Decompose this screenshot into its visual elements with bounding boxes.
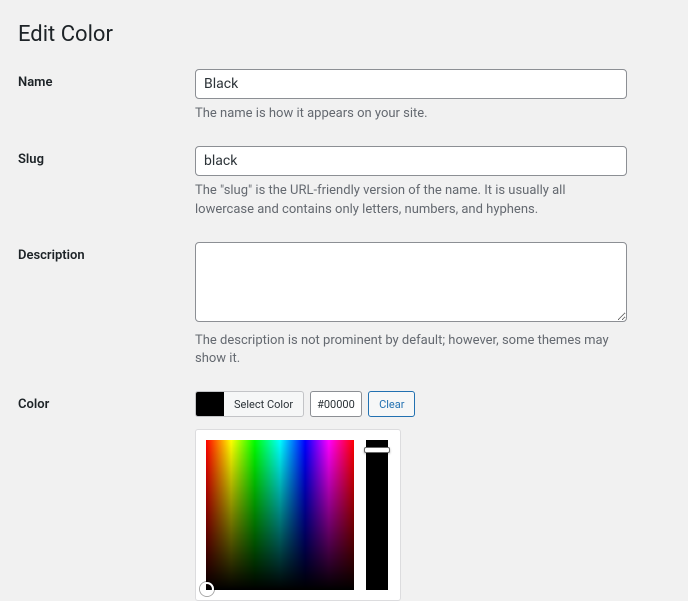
color-label: Color <box>18 391 195 412</box>
hue-slider[interactable] <box>366 440 388 590</box>
name-help: The name is how it appears on your site. <box>195 105 627 124</box>
description-label: Description <box>18 242 195 263</box>
name-row: Name The name is how it appears on your … <box>18 69 668 124</box>
color-controls: Select Color Clear <box>195 391 627 417</box>
slug-label: Slug <box>18 146 195 167</box>
hue-handle-icon <box>364 447 390 453</box>
name-label: Name <box>18 69 195 90</box>
name-field: The name is how it appears on your site. <box>195 69 627 124</box>
color-row: Color Select Color Clear <box>18 391 668 601</box>
select-color-button[interactable]: Select Color <box>195 391 304 417</box>
color-swatch-icon <box>196 392 224 416</box>
name-input[interactable] <box>195 69 627 99</box>
select-color-label: Select Color <box>224 398 303 411</box>
description-field: The description is not prominent by defa… <box>195 242 627 370</box>
description-textarea[interactable] <box>195 242 627 322</box>
sv-black-layer <box>206 440 354 590</box>
clear-button[interactable]: Clear <box>368 391 415 417</box>
slug-help: The "slug" is the URL-friendly version o… <box>195 182 627 220</box>
color-picker-panel <box>195 429 401 601</box>
slug-input[interactable] <box>195 146 627 176</box>
slug-field: The "slug" is the URL-friendly version o… <box>195 146 627 220</box>
saturation-value-square[interactable] <box>206 440 354 590</box>
hex-input[interactable] <box>310 391 362 417</box>
edit-color-page: Edit Color Name The name is how it appea… <box>0 0 688 601</box>
page-title: Edit Color <box>18 22 668 47</box>
color-field: Select Color Clear <box>195 391 627 601</box>
slug-row: Slug The "slug" is the URL-friendly vers… <box>18 146 668 220</box>
description-row: Description The description is not promi… <box>18 242 668 370</box>
description-help: The description is not prominent by defa… <box>195 332 627 370</box>
